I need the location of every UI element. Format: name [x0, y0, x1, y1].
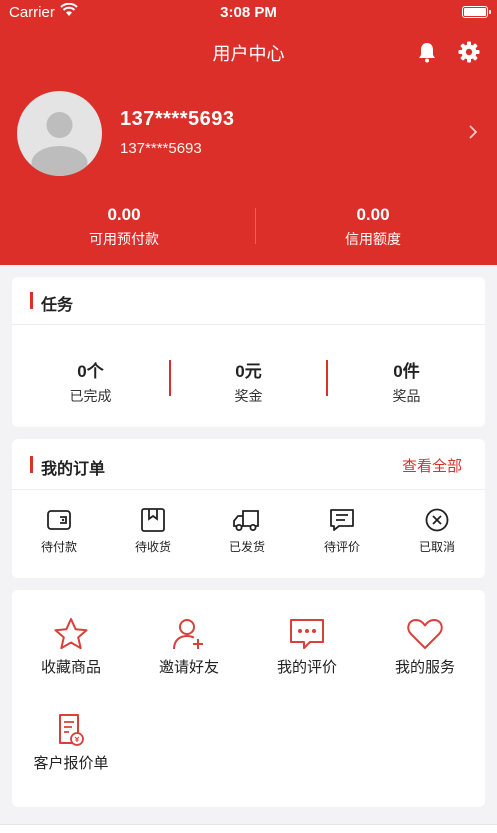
- order-pending-payment-label: 待付款: [40, 540, 77, 554]
- order-pending-review[interactable]: 待评价: [297, 508, 387, 555]
- credit-label: 信用额度: [345, 231, 401, 247]
- task-completed-value: 0个: [77, 362, 104, 381]
- order-shipped[interactable]: 已发货: [202, 508, 292, 555]
- task-bonus-value: 0元: [235, 362, 262, 381]
- bell-icon[interactable]: [417, 41, 437, 68]
- gear-icon[interactable]: [458, 41, 480, 68]
- prepaid-value: 0.00: [107, 205, 141, 224]
- prepaid-balance[interactable]: 0.00 可用预付款: [0, 205, 248, 249]
- section-marker: [30, 292, 33, 309]
- order-cancelled-label: 已取消: [418, 540, 455, 554]
- credit-limit[interactable]: 0.00 信用额度: [249, 205, 497, 249]
- task-bonus[interactable]: 0元 奖金: [170, 357, 327, 406]
- user-phone: 137****5693: [120, 140, 202, 157]
- service-my-services[interactable]: 我的服务: [366, 617, 484, 677]
- service-invite[interactable]: 邀请好友: [130, 617, 248, 677]
- task-title: 任务: [41, 297, 74, 314]
- service-customer-quote-label: 客户报价单: [33, 755, 109, 772]
- star-icon: [54, 618, 88, 650]
- profile-header: Carrier 3:08 PM 用户中心 137****5693 137****…: [0, 0, 497, 265]
- task-completed[interactable]: 0个 已完成: [12, 357, 169, 406]
- package-icon: [141, 508, 165, 532]
- credit-value: 0.00: [356, 205, 390, 224]
- task-card-header: 任务: [12, 277, 485, 325]
- cancel-icon: [425, 508, 449, 532]
- status-time: 3:08 PM: [220, 4, 277, 21]
- service-customer-quote[interactable]: 客户报价单: [12, 713, 130, 773]
- service-reviews[interactable]: 我的评价: [248, 617, 366, 677]
- wallet-icon: [47, 510, 71, 530]
- task-prize-value: 0件: [393, 362, 420, 381]
- order-shipped-label: 已发货: [228, 540, 265, 554]
- status-bar: Carrier 3:08 PM: [0, 0, 497, 26]
- task-prize[interactable]: 0件 奖品: [328, 357, 485, 406]
- service-favorites-label: 收藏商品: [40, 659, 101, 676]
- add-user-icon: [173, 619, 203, 650]
- order-card-header: 我的订单 查看全部: [12, 439, 485, 490]
- bottom-tab-bar: [0, 824, 497, 833]
- order-title: 我的订单: [41, 461, 106, 478]
- order-pending-receipt[interactable]: 待收货: [108, 508, 198, 555]
- order-pending-review-label: 待评价: [323, 540, 360, 554]
- view-all-orders-link[interactable]: 查看全部: [402, 455, 462, 476]
- task-bonus-label: 奖金: [234, 388, 263, 404]
- comment-icon: [330, 509, 354, 531]
- chevron-right-icon[interactable]: [468, 124, 478, 145]
- username: 137****5693: [120, 108, 235, 130]
- battery-icon: [462, 6, 491, 18]
- prepaid-label: 可用预付款: [89, 231, 159, 247]
- avatar[interactable]: [17, 91, 102, 176]
- task-completed-label: 已完成: [69, 388, 112, 404]
- order-pending-payment[interactable]: 待付款: [14, 508, 104, 555]
- section-marker: [30, 456, 33, 473]
- service-my-services-label: 我的服务: [394, 659, 455, 676]
- order-cancelled[interactable]: 已取消: [392, 508, 482, 555]
- heart-icon: [407, 619, 443, 649]
- chat-icon: [290, 619, 324, 649]
- task-prize-label: 奖品: [392, 388, 421, 404]
- truck-icon: [233, 510, 259, 531]
- service-reviews-label: 我的评价: [276, 659, 337, 676]
- quote-document-icon: [59, 714, 84, 746]
- order-pending-receipt-label: 待收货: [134, 540, 171, 554]
- service-favorites[interactable]: 收藏商品: [12, 617, 130, 677]
- service-invite-label: 邀请好友: [158, 659, 219, 676]
